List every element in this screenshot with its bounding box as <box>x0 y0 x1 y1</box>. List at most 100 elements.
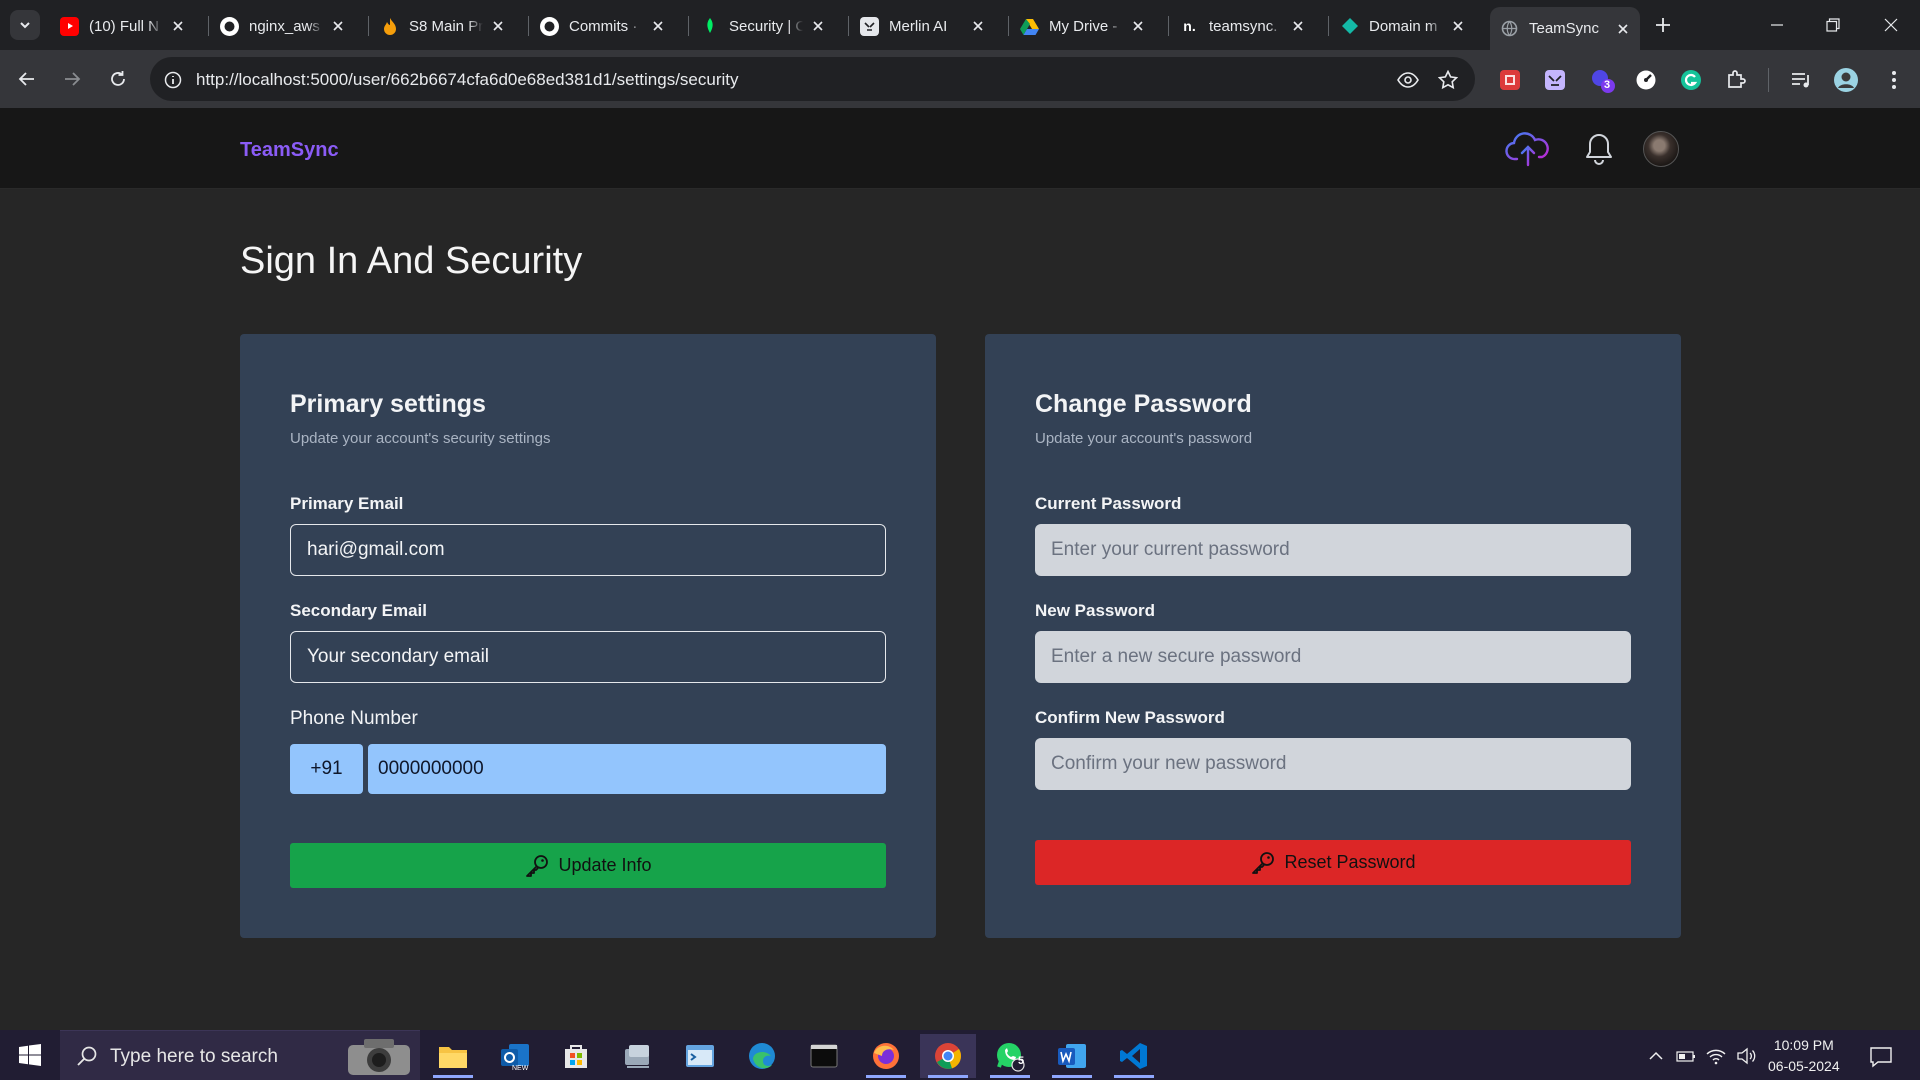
profile-avatar-icon[interactable] <box>1832 66 1860 94</box>
tab-nginx-aws[interactable]: nginx_aws <box>210 9 355 43</box>
extensions-puzzle-icon[interactable] <box>1722 66 1750 94</box>
chevron-down-icon <box>20 22 30 29</box>
tab-separator <box>1328 16 1329 36</box>
primary-settings-card: Primary settings Update your account's s… <box>240 334 936 938</box>
windows-taskbar: Type here to search NEW 5 10:09 PM 06-05… <box>0 1030 1920 1080</box>
tab-domain[interactable]: Domain m <box>1330 9 1475 43</box>
current-password-field[interactable] <box>1035 524 1631 576</box>
close-icon[interactable] <box>1614 20 1632 38</box>
speed-extension-icon[interactable] <box>1632 66 1660 94</box>
media-queue-icon[interactable] <box>1787 66 1815 94</box>
tab-title: Commits · <box>569 17 638 35</box>
reload-button[interactable] <box>103 64 133 94</box>
close-icon[interactable] <box>329 17 347 35</box>
country-code-select[interactable]: +91 <box>290 744 363 794</box>
new-password-label: New Password <box>1035 601 1155 620</box>
close-window-button[interactable] <box>1876 10 1906 40</box>
file-explorer-icon[interactable] <box>425 1034 481 1078</box>
bell-icon[interactable] <box>1582 131 1616 167</box>
terminal-icon[interactable] <box>796 1034 852 1078</box>
address-bar[interactable]: http://localhost:5000/user/662b6674cfa6d… <box>150 57 1475 101</box>
reload-icon <box>111 71 125 86</box>
restore-button[interactable] <box>1818 10 1848 40</box>
wifi-icon[interactable] <box>1705 1045 1727 1067</box>
extension-badge-icon[interactable]: 3 <box>1588 66 1616 94</box>
firefox-icon[interactable] <box>858 1034 914 1078</box>
avatar[interactable] <box>1643 131 1679 167</box>
primary-email-label: Primary Email <box>290 494 404 513</box>
phone-number-field[interactable] <box>368 744 886 794</box>
bookmark-star-icon[interactable] <box>1435 67 1461 93</box>
chrome-icon[interactable] <box>920 1034 976 1078</box>
tab-title: My Drive - <box>1049 17 1118 35</box>
tab-commits[interactable]: Commits · <box>530 9 675 43</box>
close-icon[interactable] <box>489 17 507 35</box>
github-icon <box>540 16 559 36</box>
tab-s8-main[interactable]: S8 Main Pr <box>370 9 515 43</box>
primary-email-field[interactable] <box>290 524 886 576</box>
minimize-button[interactable] <box>1762 10 1792 40</box>
vscode-icon[interactable] <box>1106 1034 1162 1078</box>
close-icon[interactable] <box>969 17 987 35</box>
update-info-button[interactable]: Update Info <box>290 843 886 888</box>
microsoft-store-icon[interactable] <box>548 1034 604 1078</box>
github-icon <box>220 16 239 36</box>
tab-search-button[interactable] <box>10 10 40 40</box>
tab-merlin-ai[interactable]: Merlin AI <box>850 9 995 43</box>
arrow-left-icon <box>18 72 34 86</box>
browser-tab-strip: (10) Full N nginx_aws S8 Main Pr Commits… <box>0 0 1920 50</box>
tab-security-mongodb[interactable]: Security | C <box>690 9 835 43</box>
close-icon[interactable] <box>649 17 667 35</box>
word-icon[interactable] <box>1044 1034 1100 1078</box>
reset-password-button[interactable]: Reset Password <box>1035 840 1631 885</box>
whatsapp-icon[interactable]: 5 <box>982 1034 1038 1078</box>
confirm-password-field[interactable] <box>1035 738 1631 790</box>
close-icon[interactable] <box>1449 17 1467 35</box>
diamond-icon <box>1340 17 1359 36</box>
control-panel-icon[interactable] <box>610 1034 666 1078</box>
close-icon[interactable] <box>1289 17 1307 35</box>
extension-red-icon[interactable] <box>1496 66 1524 94</box>
secondary-email-field[interactable] <box>290 631 886 683</box>
extension-badge-count: 3 <box>1604 79 1611 91</box>
close-icon[interactable] <box>809 17 827 35</box>
google-drive-icon <box>1020 17 1039 36</box>
n-letter-icon: n. <box>1183 18 1196 34</box>
tab-my-drive[interactable]: My Drive - <box>1010 9 1155 43</box>
close-icon[interactable] <box>1129 17 1147 35</box>
tab-teamsync-render[interactable]: n. teamsync. <box>1170 9 1315 43</box>
system-clock[interactable]: 10:09 PM 06-05-2024 <box>1768 1035 1840 1077</box>
eye-icon[interactable] <box>1395 67 1421 93</box>
tab-youtube[interactable]: (10) Full N <box>50 9 195 43</box>
taskbar-search[interactable]: Type here to search <box>60 1030 420 1080</box>
url-text[interactable]: http://localhost:5000/user/662b6674cfa6d… <box>196 70 739 90</box>
outlook-icon[interactable]: NEW <box>487 1034 543 1078</box>
new-tab-button[interactable] <box>1650 12 1676 38</box>
tab-title: Merlin AI <box>889 17 948 35</box>
tab-title: teamsync. <box>1209 17 1278 35</box>
volume-icon[interactable] <box>1735 1045 1757 1067</box>
change-password-heading: Change Password <box>1035 390 1252 418</box>
brand-logo[interactable]: TeamSync <box>240 139 339 162</box>
merlin-extension-icon[interactable] <box>1541 66 1569 94</box>
site-info-icon[interactable] <box>160 67 186 93</box>
grammarly-icon[interactable] <box>1677 66 1705 94</box>
close-icon[interactable] <box>169 17 187 35</box>
forward-button[interactable] <box>57 64 87 94</box>
tab-title: TeamSync <box>1529 20 1600 37</box>
notification-icon[interactable] <box>1868 1045 1894 1069</box>
globe-icon <box>1500 19 1519 38</box>
new-password-field[interactable] <box>1035 631 1631 683</box>
tab-teamsync-active[interactable]: TeamSync <box>1490 7 1640 50</box>
back-button[interactable] <box>12 64 42 94</box>
chevron-up-icon[interactable] <box>1645 1045 1667 1067</box>
merlin-icon <box>860 16 879 36</box>
edge-icon[interactable] <box>734 1034 790 1078</box>
battery-icon[interactable] <box>1675 1045 1697 1067</box>
tab-separator <box>688 16 689 36</box>
start-button[interactable] <box>0 1030 60 1080</box>
browser-menu-icon[interactable] <box>1880 66 1908 94</box>
cloud-upload-icon[interactable] <box>1505 127 1551 169</box>
confirm-password-label: Confirm New Password <box>1035 708 1225 727</box>
terminal-window-icon[interactable] <box>672 1034 728 1078</box>
